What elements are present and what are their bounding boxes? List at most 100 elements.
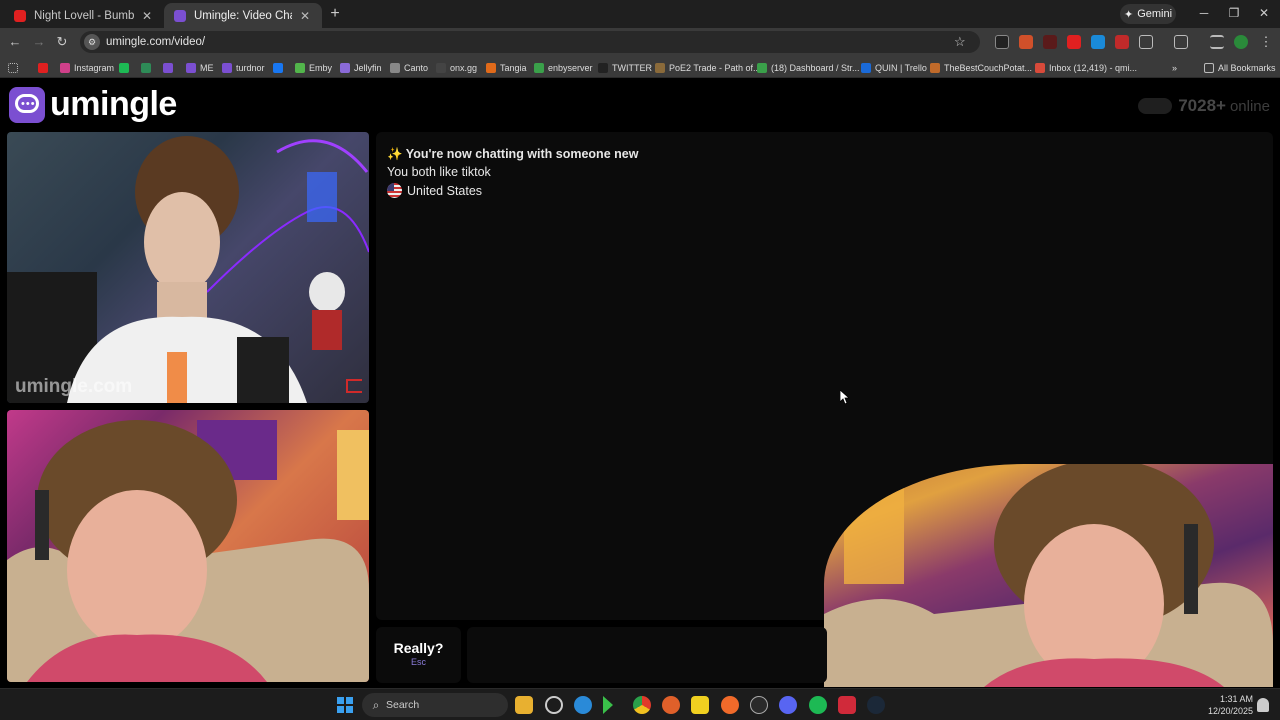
bookmark-label: onx.gg <box>450 62 478 73</box>
bookmark-item[interactable] <box>273 60 287 75</box>
bookmark-label: enbyserver <box>548 62 593 73</box>
bookmark-item[interactable]: Tangia <box>486 60 527 75</box>
settings-icon[interactable] <box>545 696 563 714</box>
app-icon[interactable] <box>838 696 856 714</box>
bookmark-item[interactable]: turdnor <box>222 60 265 75</box>
extension-k-icon[interactable] <box>995 35 1009 49</box>
windows-start-icon[interactable] <box>337 697 353 713</box>
edge-icon[interactable] <box>574 696 592 714</box>
extension-icon[interactable] <box>1019 35 1033 49</box>
new-tab-button[interactable]: + <box>326 5 344 23</box>
bookmark-item[interactable]: (18) Dashboard / Str... <box>757 60 860 75</box>
taskbar-search[interactable]: ⌕ Search <box>362 693 508 717</box>
bookmarks-bar: Instagram ME turdnor Emby Jellyfin Canto onx.g… <box>0 56 1280 78</box>
theme-toggle[interactable] <box>1138 98 1173 114</box>
close-icon[interactable]: ✕ <box>140 9 154 23</box>
notification-bell-icon[interactable] <box>1257 698 1269 712</box>
bookmark-item[interactable]: QUIN | Trello <box>861 60 927 75</box>
bookmark-item[interactable] <box>119 60 133 75</box>
media-controls-icon[interactable] <box>1210 35 1224 49</box>
close-window-button[interactable]: ✕ <box>1256 6 1272 20</box>
bookmark-favicon-icon <box>60 62 70 73</box>
tab-umingle[interactable]: Umingle: Video Chat with S ✕ <box>164 3 322 28</box>
side-panel-icon[interactable] <box>1174 35 1188 49</box>
clock-time: 1:31 AM <box>1219 694 1253 704</box>
shared-interest-message: You both like tiktok <box>387 165 491 179</box>
bookmark-item[interactable] <box>141 60 155 75</box>
online-label: online <box>1229 97 1270 115</box>
spotify-icon[interactable] <box>809 696 827 714</box>
bookmark-label: TWITTER <box>612 62 652 73</box>
bookmark-item[interactable] <box>163 60 177 75</box>
us-flag-icon <box>387 183 402 198</box>
report-flag-icon[interactable] <box>346 379 362 393</box>
extension-icon[interactable] <box>1091 35 1105 49</box>
extensions-puzzle-icon[interactable] <box>1139 35 1153 49</box>
bookmark-item[interactable]: onx.gg <box>436 60 477 75</box>
reload-button[interactable]: ↻ <box>54 34 70 50</box>
bookmark-star-icon[interactable]: ☆ <box>954 34 972 50</box>
profile-avatar[interactable] <box>1234 35 1248 49</box>
bookmark-label: QUIN | Trello <box>875 62 927 73</box>
gemini-button[interactable]: ✦ Gemini <box>1120 4 1176 24</box>
tab-night-lovell[interactable]: Night Lovell - Bumblebee (KEIP ✕ <box>4 3 164 28</box>
close-icon[interactable]: ✕ <box>298 9 312 23</box>
umingle-page: ••• umingle 7028+ online umingle.com ✨ Y… <box>0 79 1280 687</box>
address-bar[interactable]: ⚙ umingle.com/video/ ☆ <box>80 31 980 53</box>
site-info-icon[interactable]: ⚙ <box>84 34 100 50</box>
windows-taskbar: ⌕ Search 1:31 AM 12/20/2025 <box>0 688 1280 720</box>
bookmark-item[interactable]: PoE2 Trade - Path of... <box>655 60 761 75</box>
bookmark-item[interactable]: ME <box>186 60 214 75</box>
play-app-icon[interactable] <box>603 696 613 714</box>
minimize-button[interactable]: ─ <box>1196 6 1212 20</box>
bookmark-item[interactable] <box>38 60 52 75</box>
bookmark-item[interactable]: Emby <box>295 60 332 75</box>
apps-grid-icon[interactable] <box>8 60 22 75</box>
extension-icon[interactable] <box>1043 35 1057 49</box>
file-explorer-icon[interactable] <box>515 696 533 714</box>
browser-toolbar: ← → ↻ ⚙ umingle.com/video/ ☆ ⋮ <box>0 28 1280 56</box>
firefox-icon[interactable] <box>721 696 739 714</box>
bookmark-favicon-icon <box>186 62 196 73</box>
search-icon: ⌕ <box>372 697 380 712</box>
steam-icon[interactable] <box>867 696 885 714</box>
app-icon[interactable] <box>662 696 680 714</box>
discord-icon[interactable] <box>779 696 797 714</box>
bookmark-item[interactable]: Jellyfin <box>340 60 382 75</box>
bookmark-favicon-icon <box>436 62 446 73</box>
message-input[interactable] <box>467 627 827 683</box>
taskbar-search-label: Search <box>386 699 420 711</box>
bookmark-item[interactable]: Instagram <box>60 60 114 75</box>
extension-icon[interactable] <box>1067 35 1081 49</box>
online-status: 7028+ online <box>1138 96 1270 116</box>
app-icon[interactable] <box>750 696 768 714</box>
bookmark-favicon-icon <box>38 62 48 73</box>
menu-kebab-icon[interactable]: ⋮ <box>1258 34 1274 50</box>
more-bookmarks-icon[interactable]: » <box>1172 60 1177 75</box>
bookmark-item[interactable]: enbyserver <box>534 60 593 75</box>
bookmark-favicon-icon <box>163 62 173 73</box>
forward-button[interactable]: → <box>31 34 47 50</box>
logo-text: umingle <box>50 85 177 123</box>
system-clock[interactable]: 1:31 AM 12/20/2025 <box>1205 693 1253 717</box>
back-button[interactable]: ← <box>7 34 23 50</box>
bookmark-item[interactable]: TheBestCouchPotat... <box>930 60 1032 75</box>
bookmark-label: TheBestCouchPotat... <box>944 62 1033 73</box>
umingle-logo[interactable]: ••• umingle <box>9 85 177 124</box>
stranger-video-frame <box>7 136 369 403</box>
maximize-button[interactable]: ❐ <box>1226 6 1242 20</box>
bookmark-favicon-icon <box>861 62 871 73</box>
bookmark-item[interactable]: Canto <box>390 60 428 75</box>
bookmark-item[interactable]: TWITTER <box>598 60 652 75</box>
all-bookmarks[interactable]: All Bookmarks <box>1204 60 1276 75</box>
skip-button[interactable]: Really? Esc <box>376 627 461 683</box>
bookmark-label: Inbox (12,419) - qmi... <box>1049 62 1138 73</box>
bookmark-item[interactable]: Inbox (12,419) - qmi... <box>1035 60 1137 75</box>
extension-icon[interactable] <box>1115 35 1129 49</box>
bookmark-label: Instagram <box>74 62 115 73</box>
sticky-notes-icon[interactable] <box>691 696 709 714</box>
folder-icon <box>1204 62 1214 73</box>
bookmark-favicon-icon <box>486 62 496 73</box>
chrome-icon[interactable] <box>633 696 651 714</box>
bookmark-favicon-icon <box>930 62 940 73</box>
